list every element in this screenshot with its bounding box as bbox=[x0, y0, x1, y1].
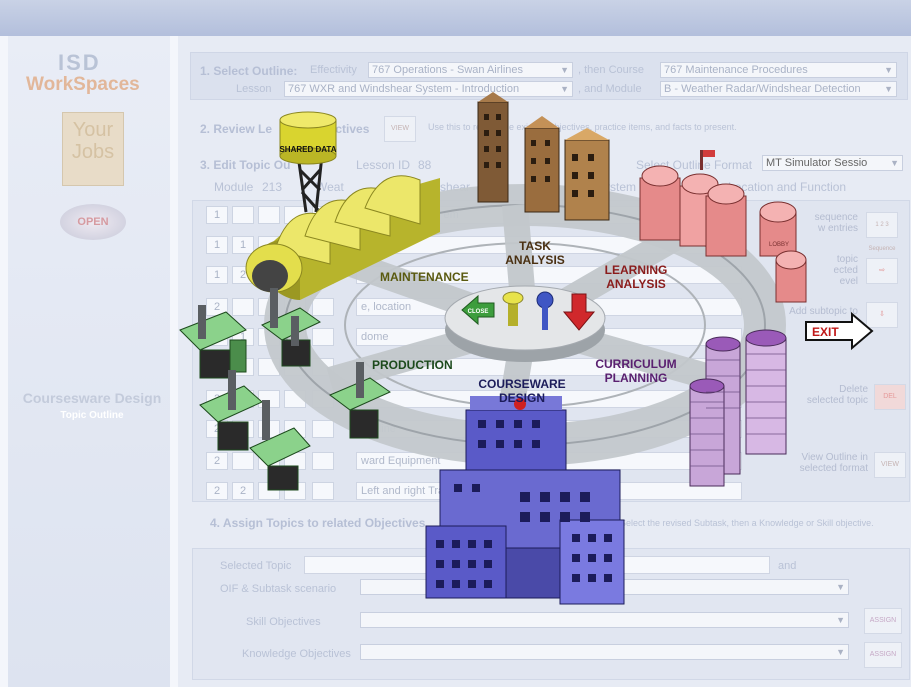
svg-text:LOBBY: LOBBY bbox=[769, 242, 789, 248]
curriculum-planning-towers[interactable] bbox=[689, 329, 787, 487]
task-analysis-label-1: TASK bbox=[519, 239, 551, 253]
shared-data-tower[interactable]: SHARED DATA bbox=[279, 111, 337, 213]
curriculum-planning-label-1: CURRICULUM bbox=[595, 357, 676, 371]
courseware-design-label-1: COURSEWARE bbox=[478, 377, 565, 391]
task-analysis-buildings[interactable] bbox=[477, 92, 610, 221]
curriculum-planning-label-2: PLANNING bbox=[605, 371, 668, 385]
exit-label: EXIT bbox=[812, 325, 839, 339]
shared-data-label: SHARED DATA bbox=[279, 145, 336, 154]
workspace-hub-scene: CLOSE SHARED DATA LOBBY MAINTENANCE TASK… bbox=[179, 92, 874, 605]
close-icon-label: CLOSE bbox=[468, 309, 489, 315]
learning-analysis-label-1: LEARNING bbox=[605, 263, 668, 277]
learning-analysis-label-2: ANALYSIS bbox=[606, 277, 666, 291]
task-analysis-label-2: ANALYSIS bbox=[505, 253, 565, 267]
production-label: PRODUCTION bbox=[372, 358, 453, 372]
exit-arrow-button[interactable]: EXIT bbox=[805, 311, 874, 351]
maintenance-label: MAINTENANCE bbox=[380, 270, 469, 284]
courseware-design-label-2: DESIGN bbox=[499, 391, 545, 405]
production-factories[interactable] bbox=[179, 288, 392, 491]
